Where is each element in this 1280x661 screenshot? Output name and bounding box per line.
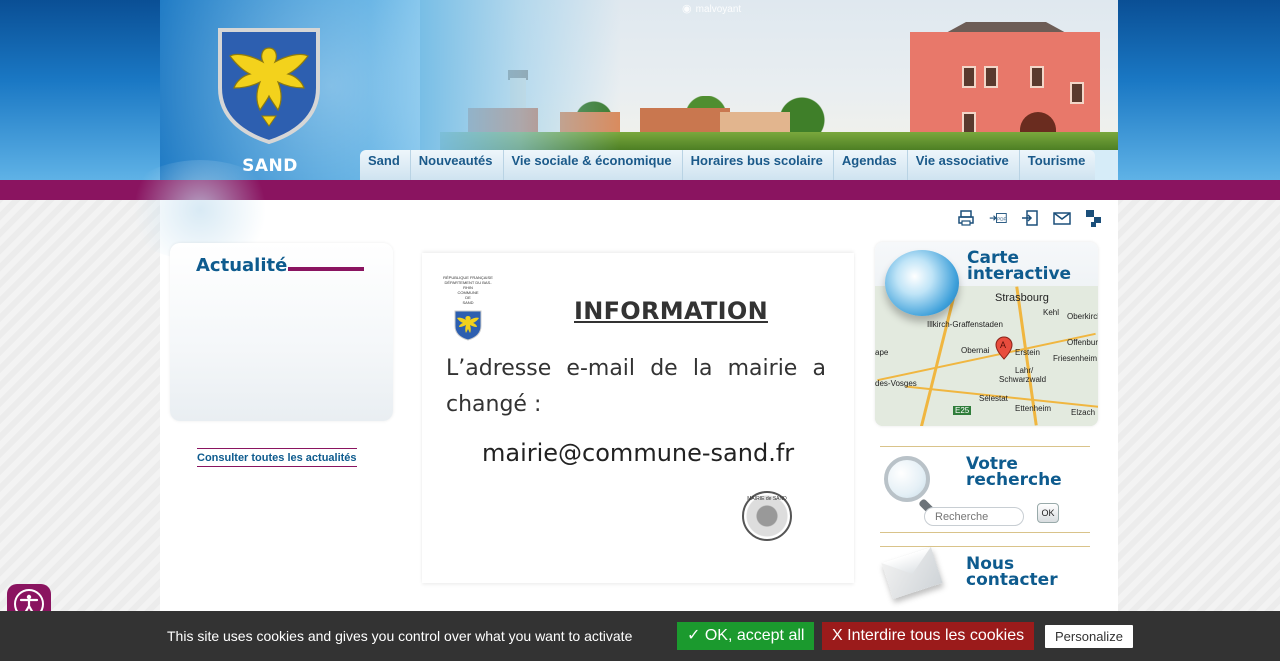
login-icon[interactable] (1019, 208, 1041, 228)
nav-item-agendas[interactable]: Agendas (834, 150, 908, 180)
envelope-icon (881, 546, 943, 600)
contact-box[interactable]: Nous contacter (880, 546, 1090, 606)
page-tools: PDF (955, 208, 1105, 228)
search-title: Votre recherche (966, 454, 1062, 490)
svg-text:A: A (1000, 340, 1006, 350)
search-box: Votre recherche OK (880, 446, 1090, 533)
banner-photo: ◉ malvoyant (420, 0, 1118, 150)
magnifier-icon (884, 456, 930, 502)
nav-item-vie-associative[interactable]: Vie associative (908, 150, 1020, 180)
interactive-map-title: Carte interactive (967, 248, 1072, 284)
all-news-link[interactable]: Consulter toutes les actualités (197, 448, 357, 467)
print-icon[interactable] (955, 208, 977, 228)
cookie-banner: This site uses cookies and gives you con… (0, 611, 1280, 661)
nav-item-sand[interactable]: Sand (360, 150, 411, 180)
eagle-shield-icon (218, 28, 320, 145)
interactive-map-card[interactable]: Strasbourg Kehl Illkirch-Graffenstaden O… (875, 242, 1098, 426)
news-title: Actualité (196, 255, 288, 276)
personalize-cookies-button[interactable]: Personalize (1045, 625, 1133, 648)
accept-cookies-button[interactable]: ✓ OK, accept all (677, 622, 815, 650)
town-logo[interactable] (216, 26, 322, 145)
main-nav: Sand Nouveautés Vie sociale & économique… (360, 150, 1096, 180)
main-content: PDF Actualité Consulter toutes les actua… (120, 160, 1118, 611)
cookie-message: This site uses cookies and gives you con… (167, 628, 633, 644)
site-header: ◉ malvoyant SAND Sand Nouveautés Vie soci… (160, 0, 1118, 180)
search-submit-button[interactable]: OK (1037, 503, 1059, 523)
new-email-address: mairie@commune-sand.fr (482, 439, 795, 467)
svg-text:PDF: PDF (997, 216, 1006, 221)
deny-cookies-button[interactable]: X Interdire tous les cookies (822, 622, 1035, 650)
nav-item-nouveautes[interactable]: Nouveautés (411, 150, 504, 180)
contact-title: Nous contacter (966, 554, 1058, 590)
information-body: L’adresse e-mail de la mairie a changé : (446, 356, 826, 417)
eye-icon: ◉ (682, 3, 692, 15)
information-notice: RÉPUBLIQUE FRANÇAISE DÉPARTEMENT DU BAS-… (422, 253, 854, 583)
eagle-shield-icon (454, 310, 482, 341)
pdf-export-icon[interactable]: PDF (987, 208, 1009, 228)
mail-icon[interactable] (1051, 208, 1073, 228)
search-input[interactable] (924, 507, 1024, 526)
news-title-underline (288, 267, 364, 271)
nav-item-vie-sociale[interactable]: Vie sociale & économique (504, 150, 683, 180)
sitemap-icon[interactable] (1083, 208, 1105, 228)
information-title: INFORMATION (574, 297, 768, 325)
commune-logo: RÉPUBLIQUE FRANÇAISE DÉPARTEMENT DU BAS-… (440, 275, 496, 341)
nav-item-horaires-bus[interactable]: Horaires bus scolaire (683, 150, 834, 180)
news-panel: Actualité (170, 243, 393, 421)
globe-compass-icon (885, 250, 959, 316)
nav-item-tourisme[interactable]: Tourisme (1020, 150, 1096, 180)
low-vision-link[interactable]: ◉ malvoyant (682, 2, 741, 15)
mairie-stamp: MAIRIE de SAND (742, 491, 792, 541)
map-marker-icon: A (995, 336, 1013, 360)
